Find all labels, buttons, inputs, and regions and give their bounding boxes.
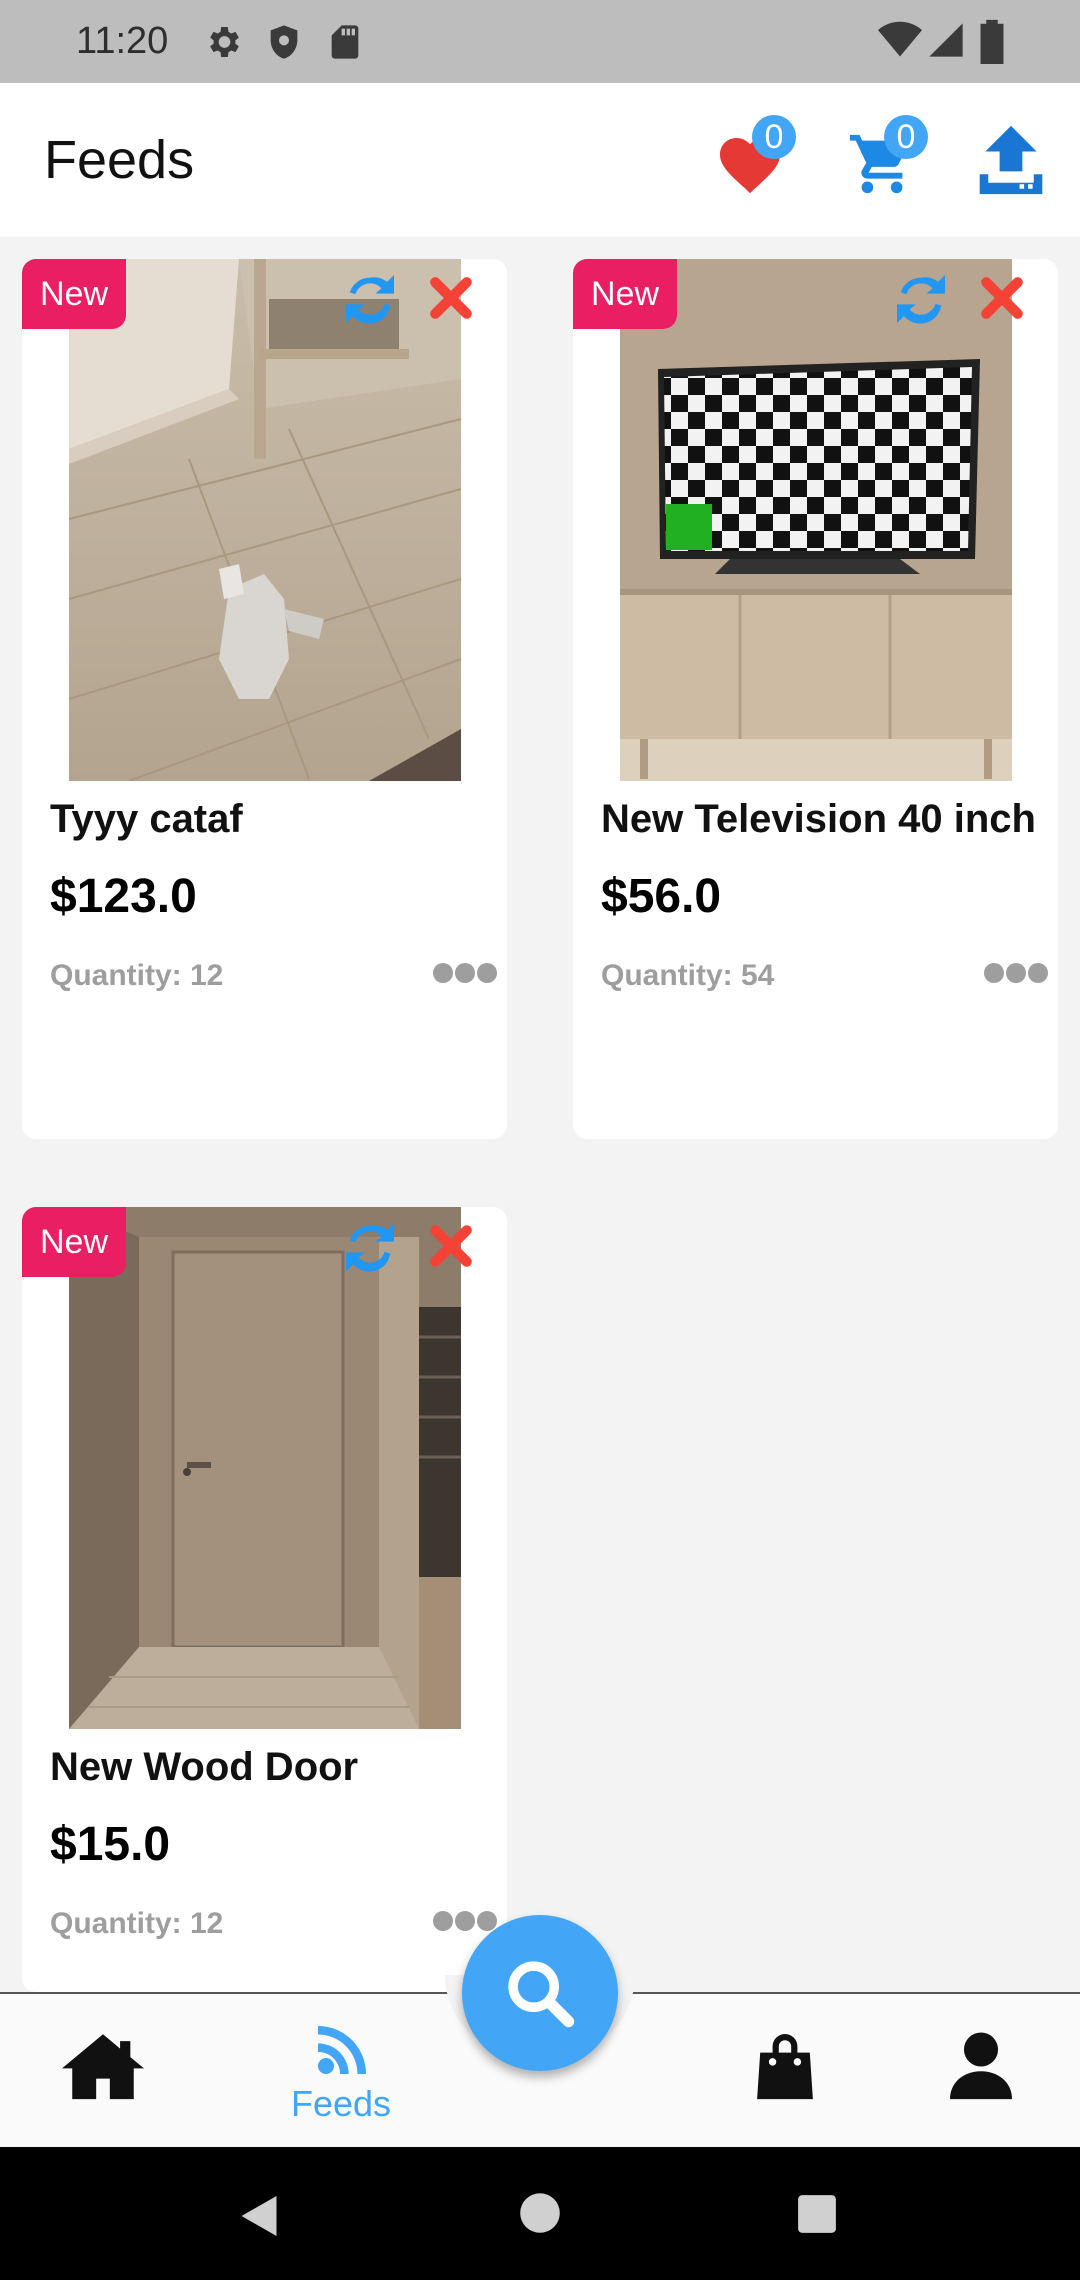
product-image-cat	[69, 259, 461, 781]
system-navigation-bar	[0, 2147, 1080, 2280]
remove-icon[interactable]	[975, 271, 1029, 325]
wishlist-badge: 0	[752, 115, 796, 159]
new-tag: New	[22, 1207, 126, 1277]
new-tag: New	[22, 259, 126, 329]
refresh-icon[interactable]	[338, 267, 402, 331]
product-price: $123.0	[50, 870, 197, 923]
feeds-icon[interactable]	[310, 2018, 374, 2082]
refresh-icon[interactable]	[889, 267, 953, 331]
product-name: New Television 40 inch	[601, 797, 1036, 841]
shield-icon	[270, 25, 298, 59]
remove-icon[interactable]	[424, 1219, 478, 1273]
product-card[interactable]: New New Wood Door $15.0 Quantity: 12	[22, 1207, 507, 1992]
search-icon	[508, 1961, 575, 2028]
product-name: Tyyy cataf	[50, 797, 243, 841]
home-circle-icon[interactable]	[518, 2191, 562, 2235]
new-tag: New	[573, 259, 677, 329]
more-options-icon[interactable]	[432, 961, 498, 985]
more-options-icon[interactable]	[432, 1909, 498, 1933]
upload-button[interactable]	[970, 113, 1060, 203]
user-icon[interactable]	[950, 2030, 1012, 2100]
recents-icon[interactable]	[796, 2193, 838, 2235]
product-image-door	[69, 1207, 461, 1729]
sd-card-icon	[331, 25, 359, 59]
product-price: $15.0	[50, 1818, 171, 1871]
product-quantity: Quantity: 54	[601, 959, 775, 992]
product-price: $56.0	[601, 870, 722, 923]
status-time: 11:20	[76, 20, 169, 62]
app-bar: Feeds 0 0	[0, 83, 1080, 237]
signal-icon	[929, 23, 963, 57]
cart-badge: 0	[884, 115, 928, 159]
search-button[interactable]	[462, 1915, 618, 2071]
back-icon[interactable]	[234, 2191, 284, 2241]
product-name: New Wood Door	[50, 1745, 359, 1789]
remove-icon[interactable]	[424, 271, 478, 325]
wishlist-button[interactable]: 0	[706, 113, 796, 203]
product-card[interactable]: New New Television 40 inch $56.0 Quantit…	[573, 259, 1058, 1139]
cart-button[interactable]: 0	[840, 113, 930, 203]
product-image-television	[620, 259, 1012, 781]
product-card[interactable]: New Tyyy cataf $123.0 Quantity: 12	[22, 259, 507, 1139]
page-title: Feeds	[44, 130, 195, 190]
product-quantity: Quantity: 12	[50, 1907, 224, 1940]
battery-icon	[980, 19, 1004, 64]
bag-icon[interactable]	[754, 2030, 816, 2100]
home-icon[interactable]	[62, 2030, 144, 2100]
refresh-icon[interactable]	[338, 1215, 402, 1279]
wifi-icon	[878, 21, 922, 57]
settings-icon	[210, 27, 239, 57]
status-bar: 11:20	[0, 0, 1080, 83]
upload-icon	[979, 125, 1043, 195]
product-quantity: Quantity: 12	[50, 959, 224, 992]
nav-label-feeds[interactable]: Feeds	[291, 2083, 391, 2125]
more-options-icon[interactable]	[983, 961, 1049, 985]
